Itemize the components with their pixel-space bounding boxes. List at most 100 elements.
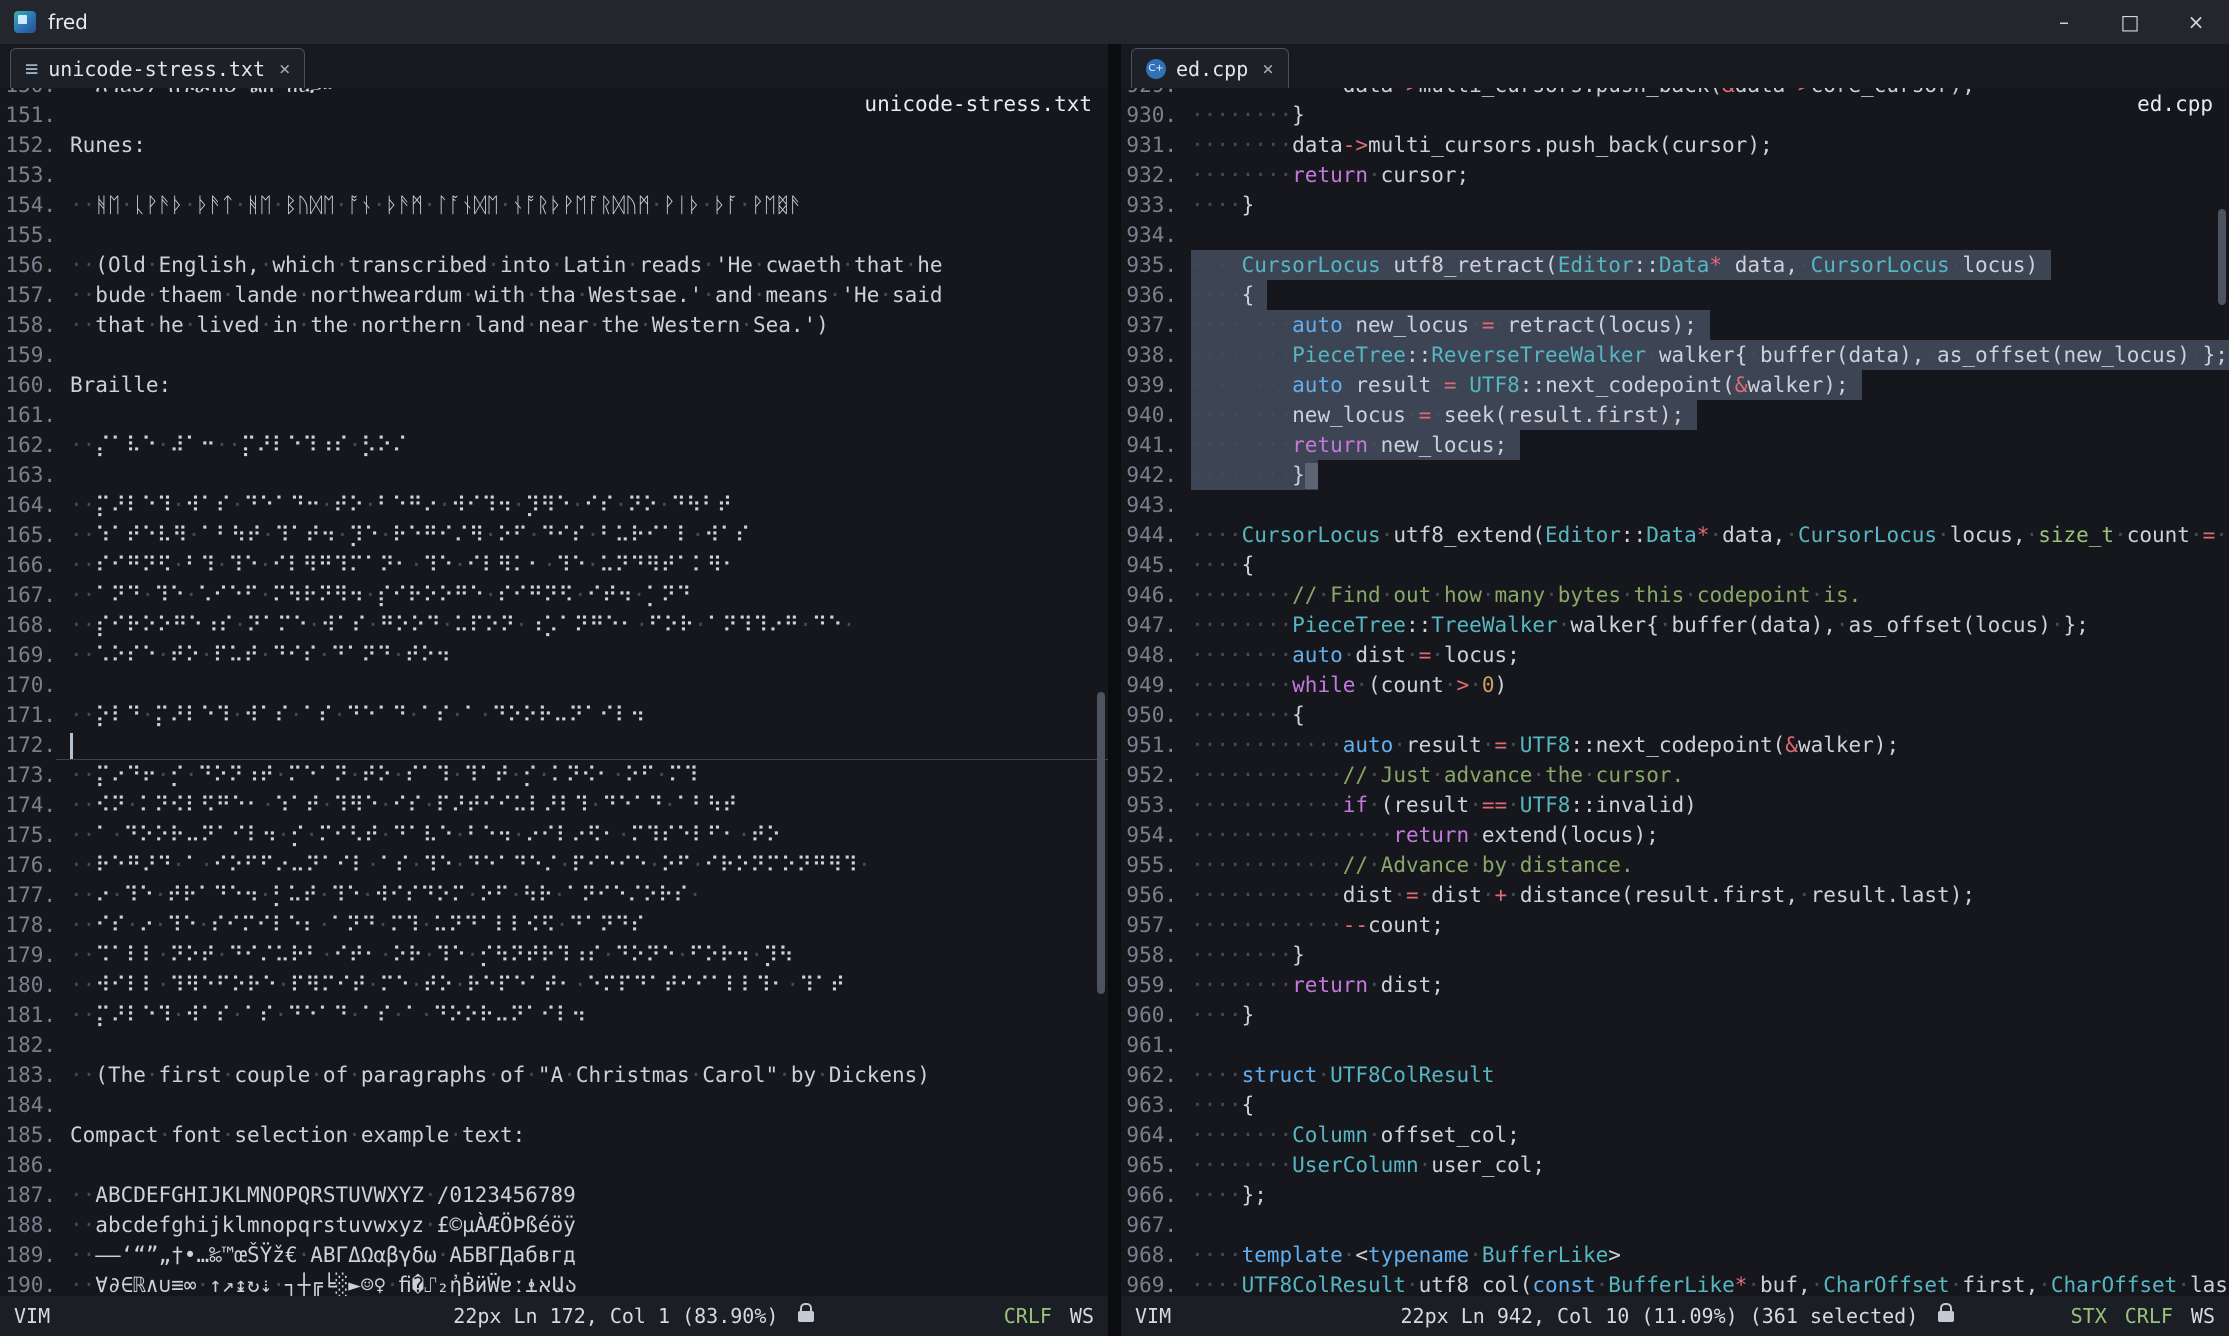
code-line[interactable]: 166.··⠎⠊⠛⠝⠫·⠃⠹·⠹⠑·⠊⠇⠻⠛⠹⠍⠁⠝⠂·⠹⠑·⠊⠇⠻⠅⠂·⠹⠑·… bbox=[0, 550, 1108, 580]
code-line[interactable]: 177.··⠔·⠹⠑·⠞⠗⠁⠙⠑⠲·⡃⠥⠞·⠹⠑·⠺⠊⠎⠙⠕⠍·⠕⠋·⠳⠗·⠁⠝… bbox=[0, 880, 1108, 910]
code-line[interactable]: 185.Compact·font·selection·example·text: bbox=[0, 1120, 1108, 1150]
code-line[interactable]: 968.····template·<typename·BufferLike> bbox=[1121, 1240, 2229, 1270]
code-line[interactable]: 933.····} bbox=[1121, 190, 2229, 220]
code-line[interactable]: 153. bbox=[0, 160, 1108, 190]
code-line[interactable]: 950.········{ bbox=[1121, 700, 2229, 730]
code-line[interactable]: 155. bbox=[0, 220, 1108, 250]
code-line[interactable]: 154.··ᚻᛖ·ᚳᚹᚫᚦ·ᚦᚫᛏ·ᚻᛖ·ᛒᚢᛞᛖ·ᚩᚾ·ᚦᚫᛗ·ᛚᚪᚾᛞᛖ·ᚾ… bbox=[0, 190, 1108, 220]
text-editor-left[interactable]: unicode-stress.txt 150.··እግርህን·በፍራሽህ·ልክ·… bbox=[0, 88, 1108, 1296]
code-line[interactable]: 945.····{ bbox=[1121, 550, 2229, 580]
code-line[interactable]: 962.····struct·UTF8ColResult bbox=[1121, 1060, 2229, 1090]
tab-ed-cpp[interactable]: ed.cpp × bbox=[1131, 48, 1289, 88]
code-line[interactable]: 173.··⡍⠔⠙⠖·⡊·⠙⠕⠝⠰⠞·⠍⠑⠁⠝·⠞⠕·⠎⠁⠹·⠹⠁⠞·⡊·⠅⠝⠪… bbox=[0, 760, 1108, 790]
code-line[interactable]: 935.····CursorLocus·utf8_retract(Editor:… bbox=[1121, 250, 2229, 280]
text-editor-right[interactable]: ed.cpp 929.············data->multi_curso… bbox=[1121, 88, 2229, 1296]
code-line[interactable]: 164.··⡍⠜⠇⠑⠹·⠺⠁⠎·⠙⠑⠁⠙⠒·⠞⠕·⠃⠑⠛⠔·⠺⠊⠹⠲·⡹⠻⠑·⠊… bbox=[0, 490, 1108, 520]
code-line[interactable]: 171.··⡕⠇⠙·⡍⠜⠇⠑⠹·⠺⠁⠎·⠁⠎·⠙⠑⠁⠙·⠁⠎·⠁·⠙⠕⠕⠗⠤⠝⠁… bbox=[0, 700, 1108, 730]
code-line[interactable]: 174.··⠪⠝·⠅⠝⠪⠇⠫⠛⠑⠂·⠱⠁⠞·⠹⠻⠑·⠊⠎·⠏⠜⠞⠊⠊⠥⠇⠜⠇⠹·… bbox=[0, 790, 1108, 820]
code-line[interactable]: 930.········} bbox=[1121, 100, 2229, 130]
code-line[interactable]: 176.··⠗⠑⠛⠜⠙·⠁·⠊⠕⠋⠋⠔⠤⠝⠁⠊⠇·⠁⠎·⠹⠑·⠙⠑⠁⠙⠑⠌·⠏⠊… bbox=[0, 850, 1108, 880]
code-line[interactable]: 178.··⠊⠎·⠔·⠹⠑·⠎⠊⠍⠊⠇⠑⠆·⠁⠝⠙·⠍⠹·⠥⠝⠙⠁⠇⠇⠪⠫·⠙⠁… bbox=[0, 910, 1108, 940]
code-line[interactable]: 967. bbox=[1121, 1210, 2229, 1240]
code-line[interactable]: 966.····}; bbox=[1121, 1180, 2229, 1210]
close-button[interactable]: × bbox=[2163, 0, 2229, 44]
code-line[interactable]: 929.············data->multi_cursors.push… bbox=[1121, 88, 2229, 100]
line-number: 968. bbox=[1121, 1240, 1177, 1270]
code-line[interactable]: 169.··⠡⠕⠎⠑·⠞⠕·⠏⠥⠞·⠙⠊⠎·⠙⠁⠝⠙·⠞⠕⠲ bbox=[0, 640, 1108, 670]
code-line[interactable]: 937.········auto·new_locus·=·retract(loc… bbox=[1121, 310, 2229, 340]
code-line[interactable]: 957.············--count; bbox=[1121, 910, 2229, 940]
code-line[interactable]: 954.················return·extend(locus)… bbox=[1121, 820, 2229, 850]
code-line[interactable]: 160.Braille: bbox=[0, 370, 1108, 400]
code-line[interactable]: 186. bbox=[0, 1150, 1108, 1180]
line-number: 944. bbox=[1121, 520, 1177, 550]
maximize-button[interactable]: □ bbox=[2097, 0, 2163, 44]
code-line[interactable]: 934. bbox=[1121, 220, 2229, 250]
code-line[interactable]: 163. bbox=[0, 460, 1108, 490]
code-line[interactable]: 175.··⠁·⠙⠕⠕⠗⠤⠝⠁⠊⠇⠲·⡊·⠍⠊⠣⠞·⠙⠁⠧⠑·⠃⠑⠲·⠔⠊⠇⠔⠫… bbox=[0, 820, 1108, 850]
lock-icon[interactable] bbox=[1938, 1311, 1954, 1322]
code-line[interactable]: 936.····{ bbox=[1121, 280, 2229, 310]
code-line[interactable]: 942.········} bbox=[1121, 460, 2229, 490]
tab-close-icon[interactable]: × bbox=[1262, 58, 1273, 80]
code-line[interactable]: 940.········new_locus·=·seek(result.firs… bbox=[1121, 400, 2229, 430]
code-line[interactable]: 157.··bude·thaem·lande·northweardum·with… bbox=[0, 280, 1108, 310]
code-line[interactable]: 961. bbox=[1121, 1030, 2229, 1060]
code-line[interactable]: 952.············//·Just·advance·the·curs… bbox=[1121, 760, 2229, 790]
code-line[interactable]: 964.········Column·offset_col; bbox=[1121, 1120, 2229, 1150]
code-line[interactable]: 938.········PieceTree::ReverseTreeWalker… bbox=[1121, 340, 2229, 370]
code-line[interactable]: 946.········//·Find·out·how·many·bytes·t… bbox=[1121, 580, 2229, 610]
code-line[interactable]: 959.········return·dist; bbox=[1121, 970, 2229, 1000]
code-line[interactable]: 170. bbox=[0, 670, 1108, 700]
code-line[interactable]: 965.········UserColumn·user_col; bbox=[1121, 1150, 2229, 1180]
code-line[interactable]: 947.········PieceTree::TreeWalker·walker… bbox=[1121, 610, 2229, 640]
code-line[interactable]: 969.····UTF8ColResult·utf8_col(const·Buf… bbox=[1121, 1270, 2229, 1296]
code-line[interactable]: 943. bbox=[1121, 490, 2229, 520]
tab-close-icon[interactable]: × bbox=[279, 58, 290, 80]
code-line[interactable]: 184. bbox=[0, 1090, 1108, 1120]
code-line[interactable]: 951.············auto·result·=·UTF8::next… bbox=[1121, 730, 2229, 760]
lock-icon[interactable] bbox=[798, 1311, 814, 1322]
code-line[interactable]: 960.····} bbox=[1121, 1000, 2229, 1030]
pane-divider[interactable] bbox=[1108, 44, 1121, 1336]
code-line[interactable]: 161. bbox=[0, 400, 1108, 430]
minimize-button[interactable]: – bbox=[2031, 0, 2097, 44]
code-line[interactable]: 180.··⠺⠊⠇⠇·⠹⠻⠑⠋⠕⠗⠑·⠏⠻⠍⠊⠞·⠍⠑·⠞⠕·⠗⠑⠏⠑⠁⠞⠂·⠑… bbox=[0, 970, 1108, 1000]
code-line[interactable]: 941.········return·new_locus; bbox=[1121, 430, 2229, 460]
scrollbar-thumb[interactable] bbox=[2218, 209, 2226, 306]
tab-unicode-stress-txt[interactable]: unicode-stress.txt × bbox=[10, 48, 305, 88]
code-line[interactable]: 948.········auto·dist·=·locus; bbox=[1121, 640, 2229, 670]
code-line[interactable]: 939.········auto·result·=·UTF8::next_cod… bbox=[1121, 370, 2229, 400]
code-line[interactable]: 932.········return·cursor; bbox=[1121, 160, 2229, 190]
code-line[interactable]: 179.··⠩⠁⠇⠇·⠝⠕⠞·⠙⠊⠌⠥⠗⠃·⠊⠞⠂·⠕⠗·⠹⠑·⡊⠳⠝⠞⠗⠹⠰⠎… bbox=[0, 940, 1108, 970]
code-line[interactable]: 956.············dist·=·dist·+·distance(r… bbox=[1121, 880, 2229, 910]
code-line[interactable]: 190.··∀∂∈ℝ∧∪≡∞·↑↗↨↻⇣·┐┼╔╘░►☺♀·ﬁ�⑀₂ἠḂӥẄɐː… bbox=[0, 1270, 1108, 1296]
titlebar[interactable]: fred – □ × bbox=[0, 0, 2229, 44]
scrollbar-right[interactable] bbox=[2216, 88, 2229, 1296]
code-line[interactable]: 158.··that·he·lived·in·the·northern·land… bbox=[0, 310, 1108, 340]
code-line[interactable]: 167.··⠁⠝⠙·⠹⠑·⠡⠊⠑⠋·⠍⠳⠗⠝⠻⠲·⡎⠊⠗⠕⠕⠛⠑·⠎⠊⠛⠝⠫·⠊… bbox=[0, 580, 1108, 610]
code-line[interactable]: 183.··(The·first·couple·of·paragraphs·of… bbox=[0, 1060, 1108, 1090]
code-line[interactable]: 944.····CursorLocus·utf8_extend(Editor::… bbox=[1121, 520, 2229, 550]
code-line[interactable]: 963.····{ bbox=[1121, 1090, 2229, 1120]
code-line[interactable]: 187.··ABCDEFGHIJKLMNOPQRSTUVWXYZ·/012345… bbox=[0, 1180, 1108, 1210]
code-line[interactable]: 172. bbox=[0, 730, 1108, 760]
code-line[interactable]: 181.··⡍⠜⠇⠑⠹·⠺⠁⠎·⠁⠎·⠙⠑⠁⠙·⠁⠎·⠁·⠙⠕⠕⠗⠤⠝⠁⠊⠇⠲ bbox=[0, 1000, 1108, 1030]
code-line[interactable]: 955.············//·Advance·by·distance. bbox=[1121, 850, 2229, 880]
code-line[interactable]: 189.··–—‘“”„†•…‰™œŠŸž€·ΑΒΓΔΩαβγδω·АБВГДа… bbox=[0, 1240, 1108, 1270]
line-number: 162. bbox=[0, 430, 56, 460]
code-line[interactable]: 949.········while·(count·>·0) bbox=[1121, 670, 2229, 700]
code-line[interactable]: 188.··abcdefghijklmnopqrstuvwxyz·£©µÀÆÖÞ… bbox=[0, 1210, 1108, 1240]
code-line[interactable]: 958.········} bbox=[1121, 940, 2229, 970]
code-line[interactable]: 931.········data->multi_cursors.push_bac… bbox=[1121, 130, 2229, 160]
code-line[interactable]: 152.Runes: bbox=[0, 130, 1108, 160]
code-line[interactable]: 953.············if·(result·==·UTF8::inva… bbox=[1121, 790, 2229, 820]
code-line[interactable]: 162.··⡌⠁⠧⠑·⠼⠁⠒··⡍⠜⠇⠑⠹⠰⠎·⡣⠕⠌ bbox=[0, 430, 1108, 460]
scrollbar-left[interactable] bbox=[1095, 88, 1108, 1296]
scrollbar-thumb[interactable] bbox=[1097, 692, 1105, 994]
code-line[interactable]: 168.··⡎⠊⠗⠕⠕⠛⠑⠰⠎·⠝⠁⠍⠑·⠺⠁⠎·⠛⠕⠕⠙·⠥⠏⠕⠝·⠰⡡⠁⠝⠛… bbox=[0, 610, 1108, 640]
code-line[interactable]: 159. bbox=[0, 340, 1108, 370]
code-line[interactable]: 182. bbox=[0, 1030, 1108, 1060]
code-line[interactable]: 156.··(Old·English,·which·transcribed·in… bbox=[0, 250, 1108, 280]
code-line[interactable]: 165.··⠱⠁⠞⠑⠧⠻·⠁⠃⠳⠞·⠹⠁⠞⠲·⡹⠑·⠗⠑⠛⠊⠌⠻·⠕⠋·⠙⠊⠎·… bbox=[0, 520, 1108, 550]
